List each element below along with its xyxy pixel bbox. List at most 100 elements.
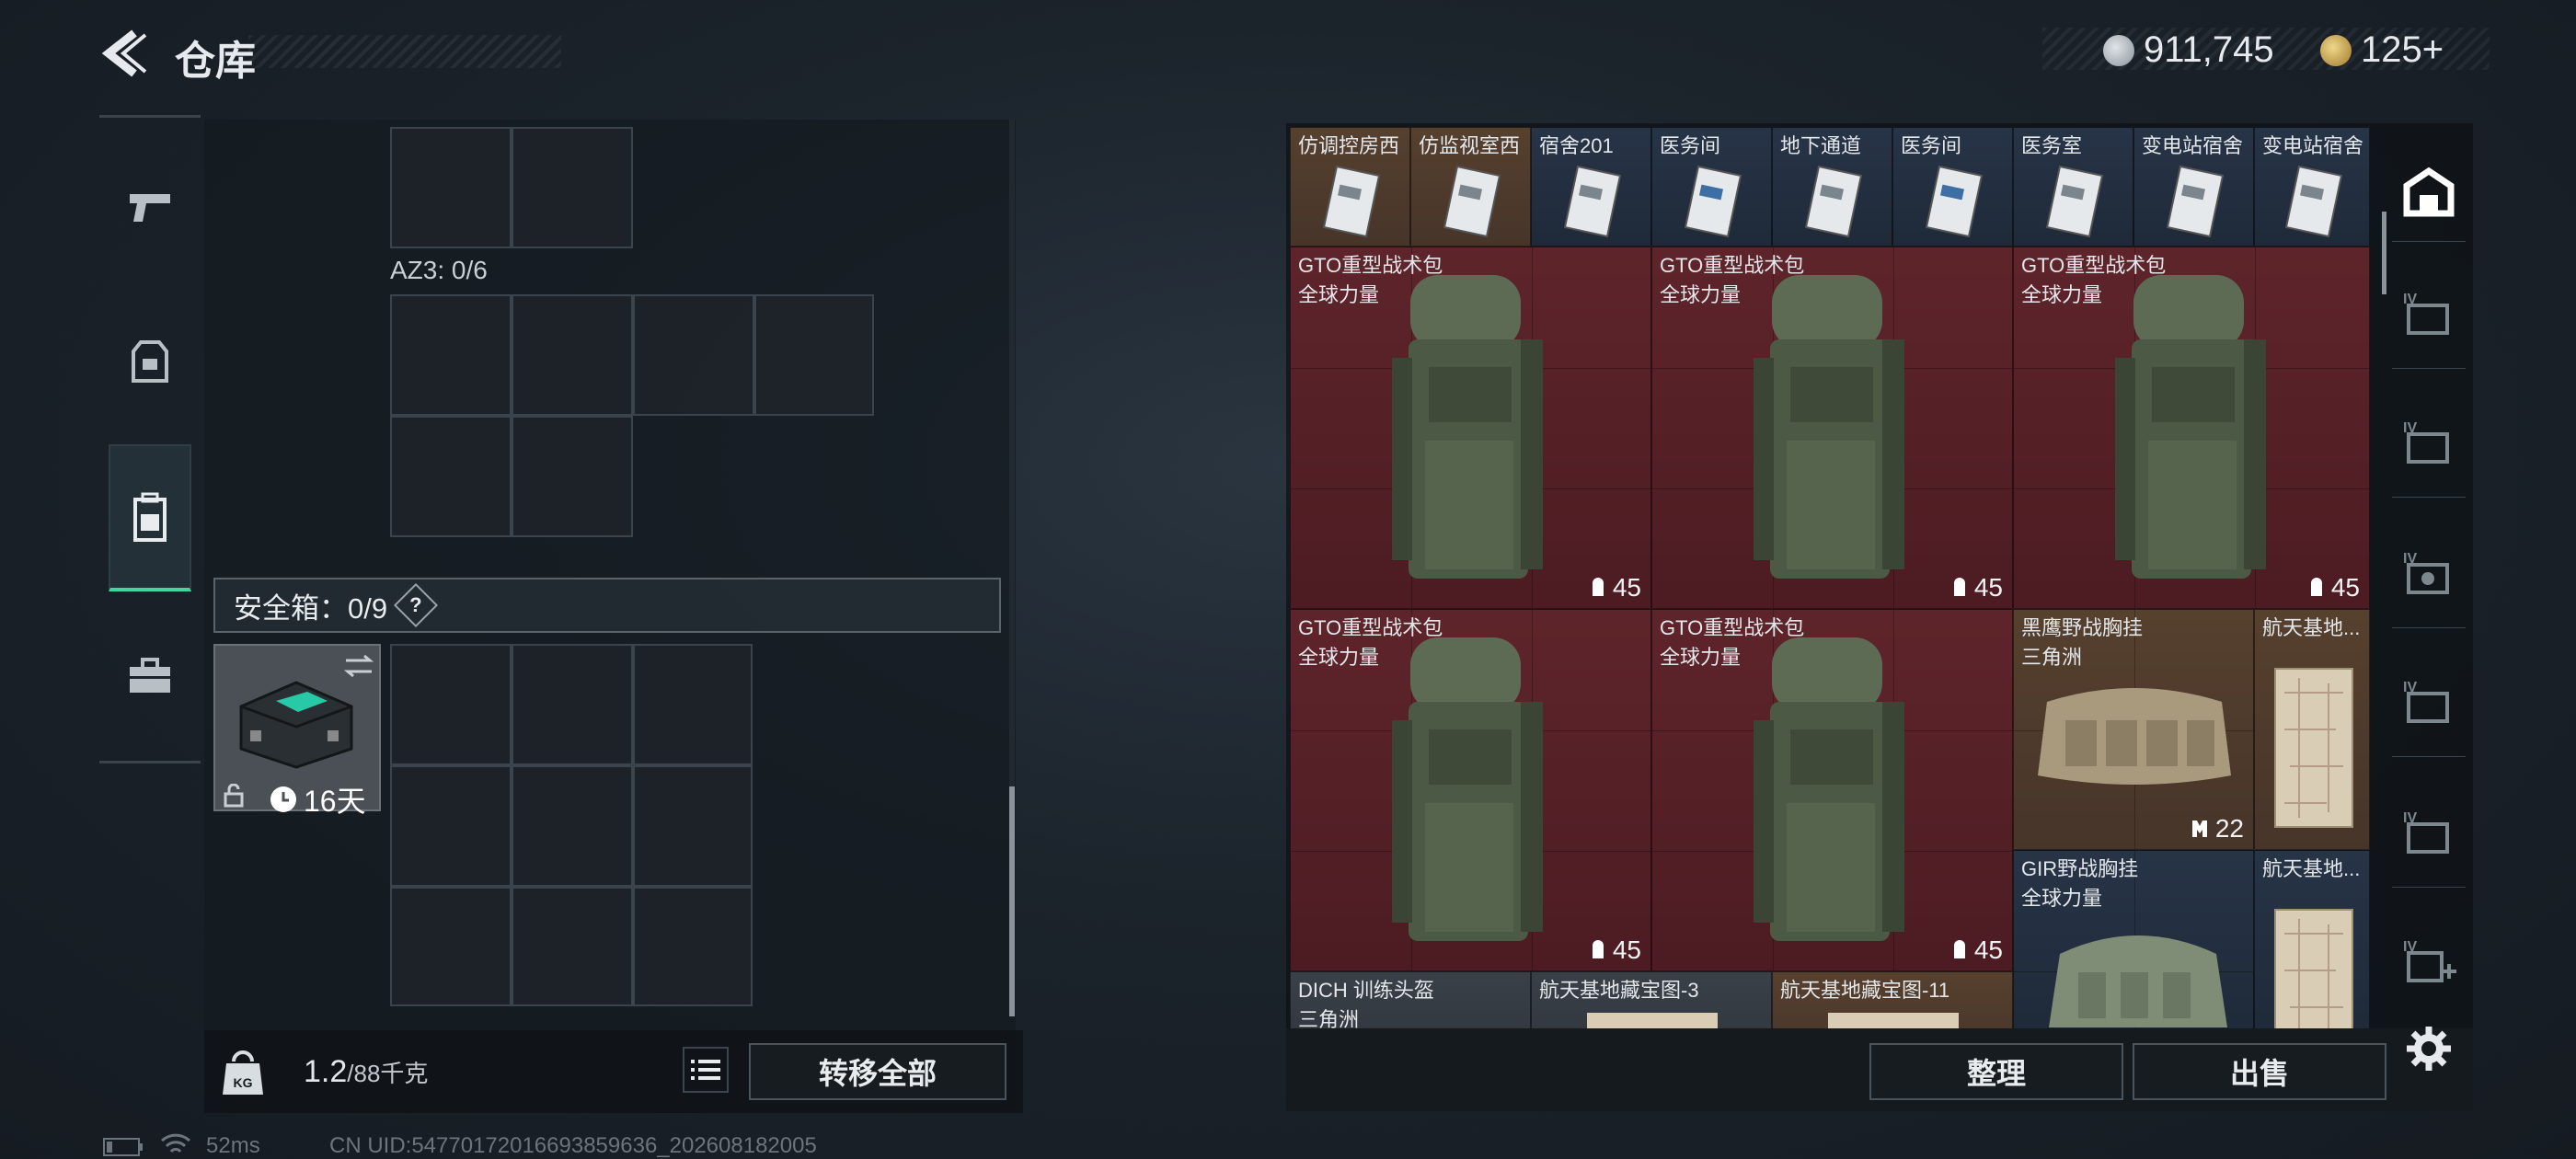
grid-cell[interactable] — [512, 294, 633, 416]
capacity-badge: 45 — [1589, 935, 1641, 965]
grid-cell[interactable] — [512, 887, 633, 1006]
timer-text: 16天 — [304, 785, 366, 818]
tab-weapons[interactable] — [109, 156, 191, 258]
backpack-item[interactable]: GTO重型战术包 全球力量 45 — [1290, 247, 1651, 609]
safe-case-image — [239, 681, 353, 769]
grid-cell[interactable] — [512, 765, 633, 887]
storage-tab-2[interactable]: IV — [2392, 405, 2466, 478]
storage-scrollbar[interactable] — [1009, 786, 1015, 1016]
chest-rig-image — [2038, 688, 2231, 785]
title-decoration — [248, 35, 561, 68]
keycard-icon — [1684, 165, 1742, 238]
swap-icon[interactable] — [342, 653, 375, 679]
grid-cell[interactable] — [512, 127, 633, 248]
keycard-item[interactable]: 医务间 — [1651, 127, 1772, 247]
treasure-map-item[interactable]: 航天基地... — [2254, 609, 2370, 850]
storage-iv-4-icon: IV — [2403, 680, 2449, 723]
keycard-item[interactable]: 医务间 — [1892, 127, 2013, 247]
keycard-item[interactable]: 医务室 — [2013, 127, 2133, 247]
map-image — [1828, 1013, 1959, 1028]
map-image — [2274, 909, 2353, 1028]
keycard-item[interactable]: 宿舍201 — [1531, 127, 1651, 247]
briefcase-icon — [130, 658, 170, 693]
safe-box-label: 安全箱：0/9 — [234, 591, 388, 625]
clock-icon — [270, 786, 296, 812]
keycard-icon — [1563, 165, 1622, 238]
grid-cell[interactable] — [390, 887, 512, 1006]
backpack-item[interactable]: GTO重型战术包 全球力量 45 — [1290, 609, 1651, 971]
pistol-icon — [130, 194, 170, 222]
az3-slot-label: AZ3: 0/6 — [390, 256, 488, 284]
backpack-capacity-icon — [1953, 578, 1965, 596]
carry-weight: 1.2/88千克 — [304, 1054, 429, 1089]
tab-armor[interactable] — [109, 311, 191, 412]
backpack-item[interactable]: GTO重型战术包 全球力量 45 — [2013, 247, 2370, 609]
settings-button[interactable] — [2392, 1012, 2466, 1085]
keycard-icon — [1443, 165, 1501, 238]
warehouse-tab[interactable] — [2392, 155, 2466, 228]
keycard-item[interactable]: 地下通道 — [1772, 127, 1892, 247]
treasure-map-item[interactable]: 航天基地藏宝图-3 — [1531, 971, 1772, 1028]
capacity-badge: 45 — [2307, 573, 2360, 602]
safe-box-item[interactable]: 16天 — [213, 644, 381, 818]
ticket-icon — [2320, 34, 2352, 66]
storage-tab-5[interactable]: IV — [2392, 795, 2466, 868]
storage-tab-4[interactable]: IV — [2392, 664, 2466, 738]
backpack-item[interactable]: GTO重型战术包 全球力量 45 — [1651, 247, 2013, 609]
keycard-icon — [2284, 165, 2343, 238]
backpack-capacity-icon — [1592, 940, 1604, 958]
grid-cell[interactable] — [633, 887, 753, 1006]
keycard-item[interactable]: 变电站宿舍 — [2133, 127, 2254, 247]
ticket-amount: 125+ — [2361, 29, 2444, 70]
keycard-icon — [1925, 165, 1984, 238]
tab-backpacks[interactable] — [109, 444, 191, 591]
keycard-item[interactable]: 变电站宿舍 — [2254, 127, 2370, 247]
back-icon[interactable] — [99, 26, 147, 81]
keycard-item[interactable]: 仿监视室西 — [1410, 127, 1531, 247]
treasure-map-item[interactable]: 航天基地藏宝图-11 — [1772, 971, 2013, 1028]
coin-icon — [2103, 34, 2134, 66]
expiry-timer: 16天 — [269, 778, 366, 820]
grid-cell[interactable] — [633, 644, 753, 765]
page-title: 仓库 — [175, 39, 256, 84]
list-view-button[interactable] — [683, 1047, 729, 1093]
list-icon — [691, 1060, 720, 1080]
sell-button[interactable]: 出售 — [2133, 1043, 2386, 1100]
backpack-item[interactable]: GTO重型战术包 全球力量 45 — [1651, 609, 2013, 971]
storage-iv-2-icon: IV — [2403, 420, 2449, 464]
transfer-all-button[interactable]: 转移全部 — [749, 1043, 1006, 1100]
inventory-scrollbar[interactable] — [2382, 212, 2386, 294]
map-image — [2274, 668, 2353, 828]
ticket-balance[interactable]: 125+ — [2320, 29, 2444, 71]
chest-rig-item[interactable]: GIR野战胸挂 全球力量 — [2013, 850, 2254, 1028]
grid-cell[interactable] — [390, 294, 512, 416]
grid-cell[interactable] — [633, 765, 753, 887]
storage-tab-3[interactable]: IV — [2392, 535, 2466, 609]
grid-cell[interactable] — [390, 127, 512, 248]
grid-cell[interactable] — [512, 416, 633, 537]
grid-cell[interactable] — [390, 644, 512, 765]
storage-iv-1-icon: IV — [2403, 292, 2449, 335]
tactical-backpack-image — [1392, 637, 1543, 941]
treasure-map-item[interactable]: 航天基地... — [2254, 850, 2370, 1028]
tab-cases[interactable] — [109, 625, 191, 727]
grid-cell[interactable] — [390, 765, 512, 887]
capacity-badge: 45 — [1950, 573, 2003, 602]
backpack-capacity-icon — [1953, 940, 1965, 958]
grid-cell[interactable] — [512, 644, 633, 765]
sort-button[interactable]: 整理 — [1869, 1043, 2123, 1100]
chest-rig-item[interactable]: 黑鹰野战胸挂 三角洲 22 — [2013, 609, 2254, 850]
tactical-backpack-image — [1754, 637, 1904, 941]
battery-icon — [103, 1137, 144, 1159]
grid-cell[interactable] — [633, 294, 754, 416]
storage-tab-add[interactable]: IV — [2392, 924, 2466, 997]
helmet-item[interactable]: DICH 训练头盔 三角洲 — [1290, 971, 1531, 1028]
grid-cell[interactable] — [390, 416, 512, 537]
storage-tab-1[interactable]: IV — [2392, 276, 2466, 350]
help-icon[interactable]: ? — [394, 582, 439, 628]
keycard-item[interactable]: 仿调控房西 — [1290, 127, 1410, 247]
grid-cell[interactable] — [754, 294, 874, 416]
keycard-icon — [1322, 165, 1381, 238]
storage-iv-3-icon: IV — [2403, 551, 2449, 594]
inventory-grid: 仿调控房西 仿监视室西 宿舍201 医务间 地下通道 医务间 医务室 变电站宿舍… — [1290, 127, 2370, 1028]
